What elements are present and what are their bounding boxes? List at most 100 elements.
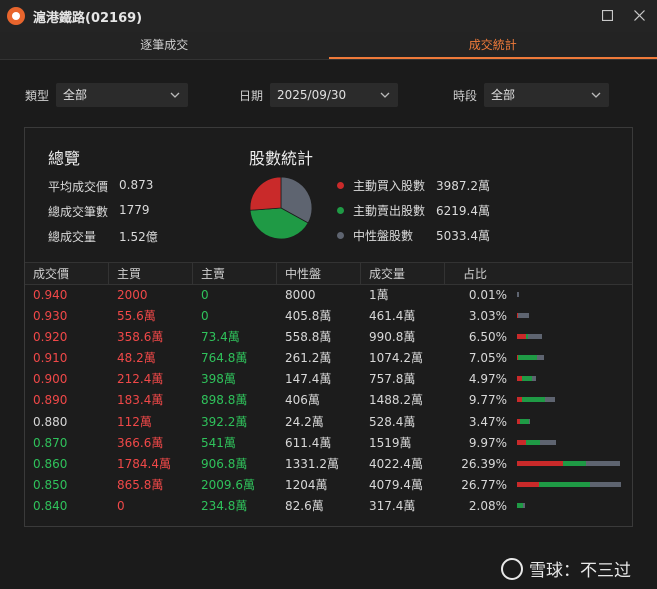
legend-value: 3987.2萬: [436, 178, 490, 193]
share-pie-chart: [249, 176, 313, 240]
cell-share-bar: [507, 454, 632, 475]
cell-price: 0.860: [33, 456, 68, 471]
table-row[interactable]: 0.850 865.8萬 2009.6萬 1204萬 4079.4萬 26.77%: [25, 475, 632, 496]
cell-active-sell: 898.8萬: [201, 393, 248, 408]
cell-active-buy: 212.4萬: [117, 372, 164, 387]
table-row[interactable]: 0.910 48.2萬 764.8萬 261.2萬 1074.2萬 7.05%: [25, 348, 632, 369]
cell-share-bar: [507, 412, 632, 433]
table-row[interactable]: 0.860 1784.4萬 906.8萬 1331.2萬 4022.4萬 26.39%: [25, 454, 632, 475]
legend-dot-neutral: [337, 231, 344, 239]
cell-neutral: 611.4萬: [285, 435, 332, 450]
cell-neutral: 405.8萬: [285, 309, 332, 324]
date-select[interactable]: 2025/09/30: [270, 83, 398, 107]
filter-bar: 類型 全部 日期 2025/09/30 時段 全部: [0, 83, 657, 107]
cell-volume: 317.4萬: [369, 498, 416, 513]
share-bar-neutral: [532, 376, 536, 382]
cell-share-bar: [507, 433, 632, 454]
table-row[interactable]: 0.880 112萬 392.2萬 24.2萬 528.4萬 3.47%: [25, 412, 632, 433]
period-filter-label: 時段: [453, 89, 478, 103]
col-active-buy[interactable]: 主買: [109, 263, 193, 285]
cell-volume: 461.4萬: [369, 309, 416, 324]
table-row[interactable]: 0.920 358.6萬 73.4萬 558.8萬 990.8萬 6.50%: [25, 327, 632, 348]
cell-active-buy: 55.6萬: [117, 309, 156, 324]
cell-active-sell: 0: [201, 288, 209, 302]
table-row[interactable]: 0.930 55.6萬 0 405.8萬 461.4萬 3.03%: [25, 306, 632, 327]
total-volume-label: 總成交量: [48, 230, 97, 244]
snowball-logo-icon: [501, 557, 523, 580]
overview-title: 總覽: [48, 149, 81, 168]
cell-active-sell: 73.4萬: [201, 330, 240, 345]
cell-neutral: 406萬: [285, 393, 320, 408]
cell-neutral: 1204萬: [285, 477, 328, 492]
cell-active-sell: 906.8萬: [201, 456, 248, 471]
share-bar: [517, 418, 530, 424]
avg-price-value: 0.873: [119, 178, 154, 192]
cell-neutral: 82.6萬: [285, 498, 324, 513]
share-bar: [517, 334, 542, 340]
cell-share: 26.39%: [461, 456, 507, 471]
cell-price: 0.930: [33, 309, 68, 324]
cell-neutral: 8000: [285, 288, 316, 302]
share-bar-neutral: [585, 460, 620, 466]
table-row[interactable]: 0.940 2000 0 8000 1萬 0.01%: [25, 285, 632, 306]
share-bar: [517, 313, 529, 319]
share-bar-buy: [517, 439, 527, 445]
cell-active-sell: 234.8萬: [201, 498, 248, 513]
window-title: 滬港鐵路(02169): [33, 10, 143, 26]
col-volume[interactable]: 成交量: [361, 263, 445, 285]
share-bar-sell: [522, 376, 533, 382]
table-row[interactable]: 0.900 212.4萬 398萬 147.4萬 757.8萬 4.97%: [25, 369, 632, 390]
table-header: 成交價 主買 主賣 中性盤 成交量 占比: [25, 262, 632, 285]
legend-value: 6219.4萬: [436, 203, 490, 218]
share-bar-sell: [526, 439, 541, 445]
cell-volume: 528.4萬: [369, 414, 416, 429]
maximize-icon[interactable]: [599, 7, 615, 23]
cell-share-bar: [507, 390, 632, 411]
chevron-down-icon: [591, 83, 603, 107]
legend-label: 主動賣出股數: [353, 203, 426, 218]
cell-active-buy: 865.8萬: [117, 477, 164, 492]
table-row[interactable]: 0.870 366.6萬 541萬 611.4萬 1519萬 9.97%: [25, 433, 632, 454]
cell-share-bar: [507, 496, 632, 517]
tab-trade-statistics[interactable]: 成交統計: [328, 32, 657, 59]
col-share[interactable]: 占比: [445, 263, 507, 285]
tab-tick-by-tick[interactable]: 逐筆成交: [0, 32, 329, 59]
cell-price: 0.920: [33, 330, 68, 345]
table-body: 0.940 2000 0 8000 1萬 0.01% 0.930 55.6萬 0 405.8萬 46…: [25, 285, 632, 517]
pie-slice-buy: [249, 176, 282, 211]
legend-active-buy: 主動買入股數 3987.2萬: [337, 177, 490, 193]
cell-neutral: 1331.2萬: [285, 456, 339, 471]
app-logo-icon: [7, 7, 25, 25]
total-trades-label: 總成交筆數: [48, 205, 109, 219]
share-bar-neutral: [517, 292, 519, 297]
statistics-panel: 總覽 平均成交價 0.873 總成交筆數 1779 總成交量 1.52億 股數統…: [24, 127, 633, 527]
close-icon[interactable]: [631, 7, 647, 23]
total-trades-value: 1779: [119, 203, 150, 217]
col-neutral[interactable]: 中性盤: [277, 263, 361, 285]
cell-neutral: 558.8萬: [285, 330, 332, 345]
cell-share-bar: [507, 369, 632, 390]
col-price[interactable]: 成交價: [25, 263, 109, 285]
cell-active-sell: 398萬: [201, 372, 236, 387]
cell-active-sell: 764.8萬: [201, 351, 248, 366]
col-share-bar: [507, 263, 632, 285]
date-filter-label: 日期: [239, 89, 264, 103]
share-bar-neutral: [529, 418, 530, 424]
share-bar: [517, 376, 536, 382]
table-row[interactable]: 0.840 0 234.8萬 82.6萬 317.4萬 2.08%: [25, 496, 632, 517]
table-row[interactable]: 0.890 183.4萬 898.8萬 406萬 1488.2萬 9.77%: [25, 390, 632, 411]
share-bar-neutral: [544, 397, 555, 403]
cell-share-bar: [507, 285, 632, 306]
type-select[interactable]: 全部: [56, 83, 188, 107]
col-active-sell[interactable]: 主賣: [193, 263, 277, 285]
share-bar-neutral: [590, 481, 621, 487]
share-bar: [517, 460, 620, 466]
period-select[interactable]: 全部: [484, 83, 609, 107]
cell-share: 3.47%: [468, 414, 507, 429]
cell-share: 4.97%: [468, 372, 507, 387]
cell-share: 6.50%: [468, 330, 507, 345]
chevron-down-icon: [170, 83, 182, 107]
cell-active-buy: 48.2萬: [117, 351, 156, 366]
cell-share: 7.05%: [468, 351, 507, 366]
cell-active-buy: 183.4萬: [117, 393, 164, 408]
